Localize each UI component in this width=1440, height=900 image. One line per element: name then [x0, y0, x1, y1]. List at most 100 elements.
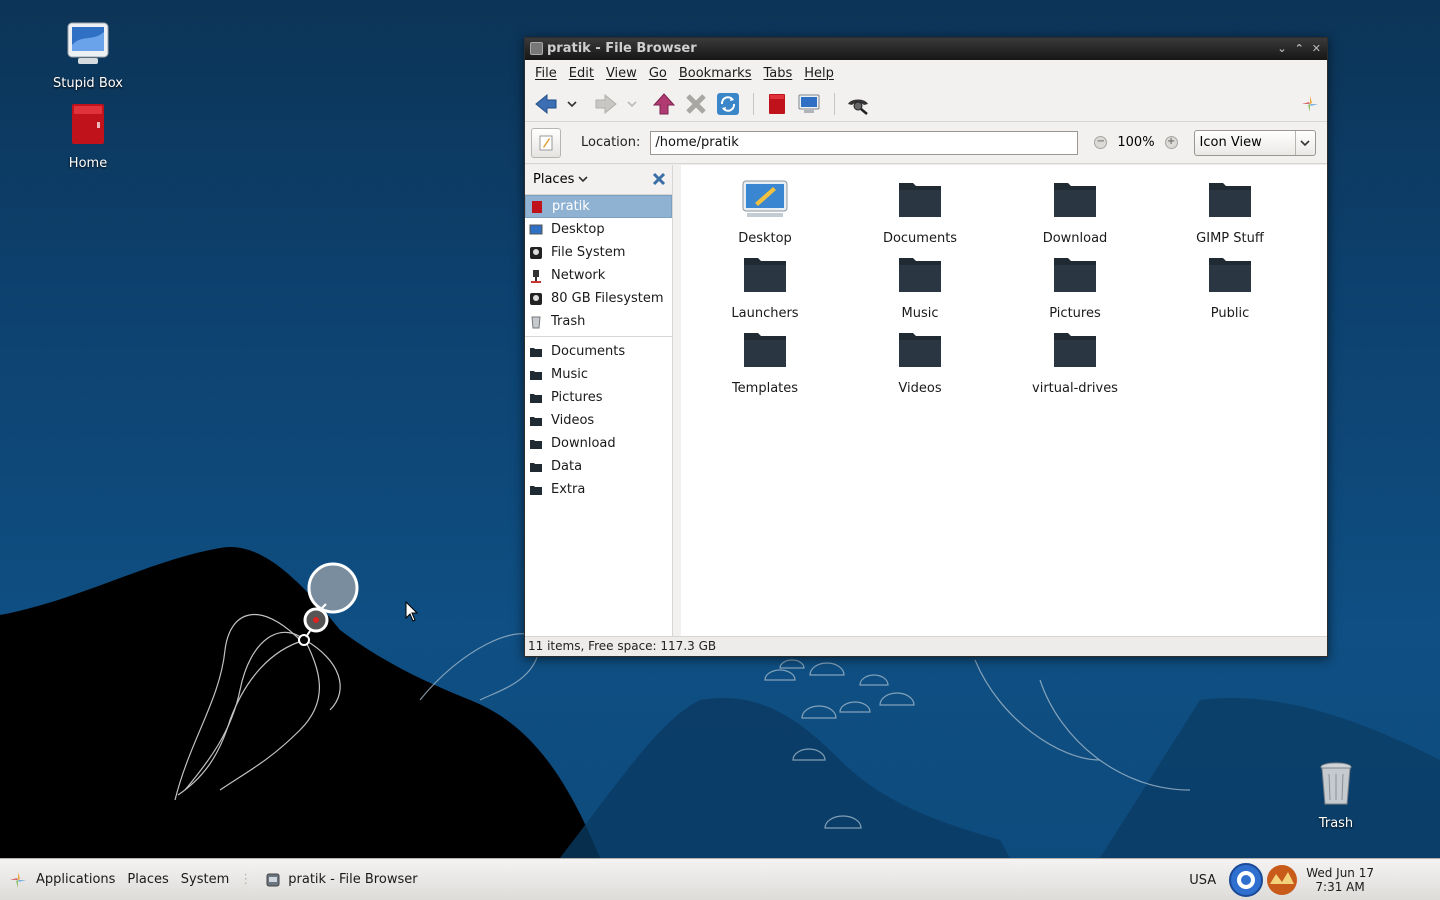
file-label: virtual-drives: [1032, 381, 1118, 396]
file-label: Pictures: [1049, 306, 1101, 321]
back-button[interactable]: [531, 89, 561, 119]
chevron-down-icon: [1300, 139, 1310, 146]
file-item-desktop[interactable]: Desktop: [695, 175, 835, 246]
sidebar-item-trash[interactable]: Trash: [525, 310, 672, 333]
location-input[interactable]: [650, 130, 1079, 155]
stop-button[interactable]: [681, 89, 711, 119]
menu-view[interactable]: View: [600, 66, 643, 81]
clock[interactable]: Wed Jun 17 7:31 AM: [1306, 866, 1374, 894]
system-menu[interactable]: System: [175, 872, 235, 887]
file-item-music[interactable]: Music: [850, 250, 990, 321]
file-item-launchers[interactable]: Launchers: [695, 250, 835, 321]
reload-button[interactable]: [713, 89, 743, 119]
file-label: GIMP Stuff: [1196, 231, 1264, 246]
folder-icon: [1054, 183, 1096, 217]
home-button[interactable]: [762, 89, 792, 119]
clock-date: Wed Jun 17: [1306, 866, 1374, 880]
sidebar-item-desktop[interactable]: Desktop: [525, 218, 672, 241]
toggle-location-entry-button[interactable]: [531, 127, 561, 158]
applications-menu[interactable]: Applications: [0, 870, 121, 890]
forward-history-dropdown[interactable]: [623, 89, 641, 119]
pencil-icon: [539, 135, 553, 150]
folder-icon: [744, 258, 786, 292]
file-label: Public: [1210, 306, 1250, 321]
desktop-icon-trash[interactable]: Trash: [1286, 760, 1386, 831]
sidebar-type-select[interactable]: Places: [533, 172, 589, 187]
weather-icon[interactable]: [1264, 862, 1300, 898]
file-browser-icon: [266, 873, 280, 886]
trash-icon: [1320, 762, 1352, 805]
zoom-in-button[interactable]: +: [1164, 136, 1178, 149]
view-mode-select[interactable]: Icon View: [1193, 129, 1316, 156]
sidebar-item-download[interactable]: Download: [525, 432, 672, 455]
file-item-virtual-drives[interactable]: virtual-drives: [1005, 325, 1145, 396]
desktop-icon-stupid-box[interactable]: Stupid Box: [38, 20, 138, 91]
home-folder-icon: [72, 104, 104, 144]
up-button[interactable]: [649, 89, 679, 119]
maximize-button[interactable]: ⌃: [1295, 38, 1304, 60]
desktop-icon-label: Trash: [1318, 816, 1354, 831]
sidebar-item-network[interactable]: Network: [525, 264, 672, 287]
folder-icon: [899, 258, 941, 292]
zoom-control: − 100% +: [1094, 135, 1178, 150]
folder-icon: [1054, 258, 1096, 292]
file-item-pictures[interactable]: Pictures: [1005, 250, 1145, 321]
desktop-icon-label: Home: [68, 156, 108, 171]
sidebar-item-documents[interactable]: Documents: [525, 340, 672, 363]
file-item-templates[interactable]: Templates: [695, 325, 835, 396]
file-browser-window: pratik - File Browser ⌄ ⌃ ✕ File Edit Vi…: [524, 37, 1328, 657]
file-item-videos[interactable]: Videos: [850, 325, 990, 396]
file-item-public[interactable]: Public: [1160, 250, 1300, 321]
menu-go[interactable]: Go: [643, 66, 673, 81]
menu-file[interactable]: File: [529, 66, 563, 81]
sidebar-item-data[interactable]: Data: [525, 455, 672, 478]
places-menu[interactable]: Places: [121, 872, 174, 887]
folder-icon: [530, 347, 542, 357]
menu-bookmarks[interactable]: Bookmarks: [673, 66, 758, 81]
home-folder-icon: [532, 200, 542, 213]
titlebar[interactable]: pratik - File Browser ⌄ ⌃ ✕: [525, 38, 1327, 60]
file-item-gimp-stuff[interactable]: GIMP Stuff: [1160, 175, 1300, 246]
file-label: Templates: [731, 381, 799, 396]
computer-button[interactable]: [794, 89, 824, 119]
close-window-button[interactable]: ✕: [1312, 38, 1321, 60]
sidebar-item-file-system[interactable]: File System: [525, 241, 672, 264]
sidebar-item-videos[interactable]: Videos: [525, 409, 672, 432]
menu-help[interactable]: Help: [798, 66, 840, 81]
desktop-folder-icon: [742, 180, 788, 217]
chevron-down-icon: [567, 100, 577, 107]
sidebar-item-pictures[interactable]: Pictures: [525, 386, 672, 409]
sidebar-item-extra[interactable]: Extra: [525, 478, 672, 501]
minimize-button[interactable]: ⌄: [1277, 38, 1286, 60]
sidebar-item-music[interactable]: Music: [525, 363, 672, 386]
folder-icon: [744, 333, 786, 367]
update-notifier-icon[interactable]: [1228, 862, 1264, 898]
menubar: File Edit View Go Bookmarks Tabs Help: [525, 60, 1327, 86]
keyboard-layout-indicator[interactable]: USA: [1189, 873, 1216, 888]
file-item-download[interactable]: Download: [1005, 175, 1145, 246]
file-item-documents[interactable]: Documents: [850, 175, 990, 246]
menu-tabs[interactable]: Tabs: [757, 66, 798, 81]
back-history-dropdown[interactable]: [563, 89, 581, 119]
toolbar-separator: [834, 92, 835, 115]
menu-edit[interactable]: Edit: [563, 66, 600, 81]
sidebar-item-80gb-filesystem[interactable]: 80 GB Filesystem: [525, 287, 672, 310]
window-title: pratik - File Browser: [547, 41, 697, 56]
zoom-out-button[interactable]: −: [1094, 136, 1108, 149]
search-button[interactable]: [843, 89, 873, 119]
status-bar: 11 items, Free space: 117.3 GB: [525, 636, 1327, 656]
taskbar-button-file-browser[interactable]: pratik - File Browser: [266, 872, 418, 887]
bottom-panel: Applications Places System ⋮ pratik - Fi…: [0, 858, 1440, 900]
sidebar-item-pratik[interactable]: pratik: [525, 195, 672, 218]
folder-icon: [1209, 183, 1251, 217]
chevron-down-icon: [578, 176, 589, 183]
desktop-icon-home[interactable]: Home: [38, 100, 138, 171]
pane-resize-handle[interactable]: [673, 165, 681, 636]
folder-icon: [899, 183, 941, 217]
desktop-icon: [529, 224, 543, 234]
forward-button[interactable]: [591, 89, 621, 119]
computer-icon: [67, 22, 109, 64]
forward-arrow-icon: [595, 93, 617, 114]
close-sidebar-button[interactable]: [652, 172, 666, 190]
folder-icon: [530, 416, 542, 426]
